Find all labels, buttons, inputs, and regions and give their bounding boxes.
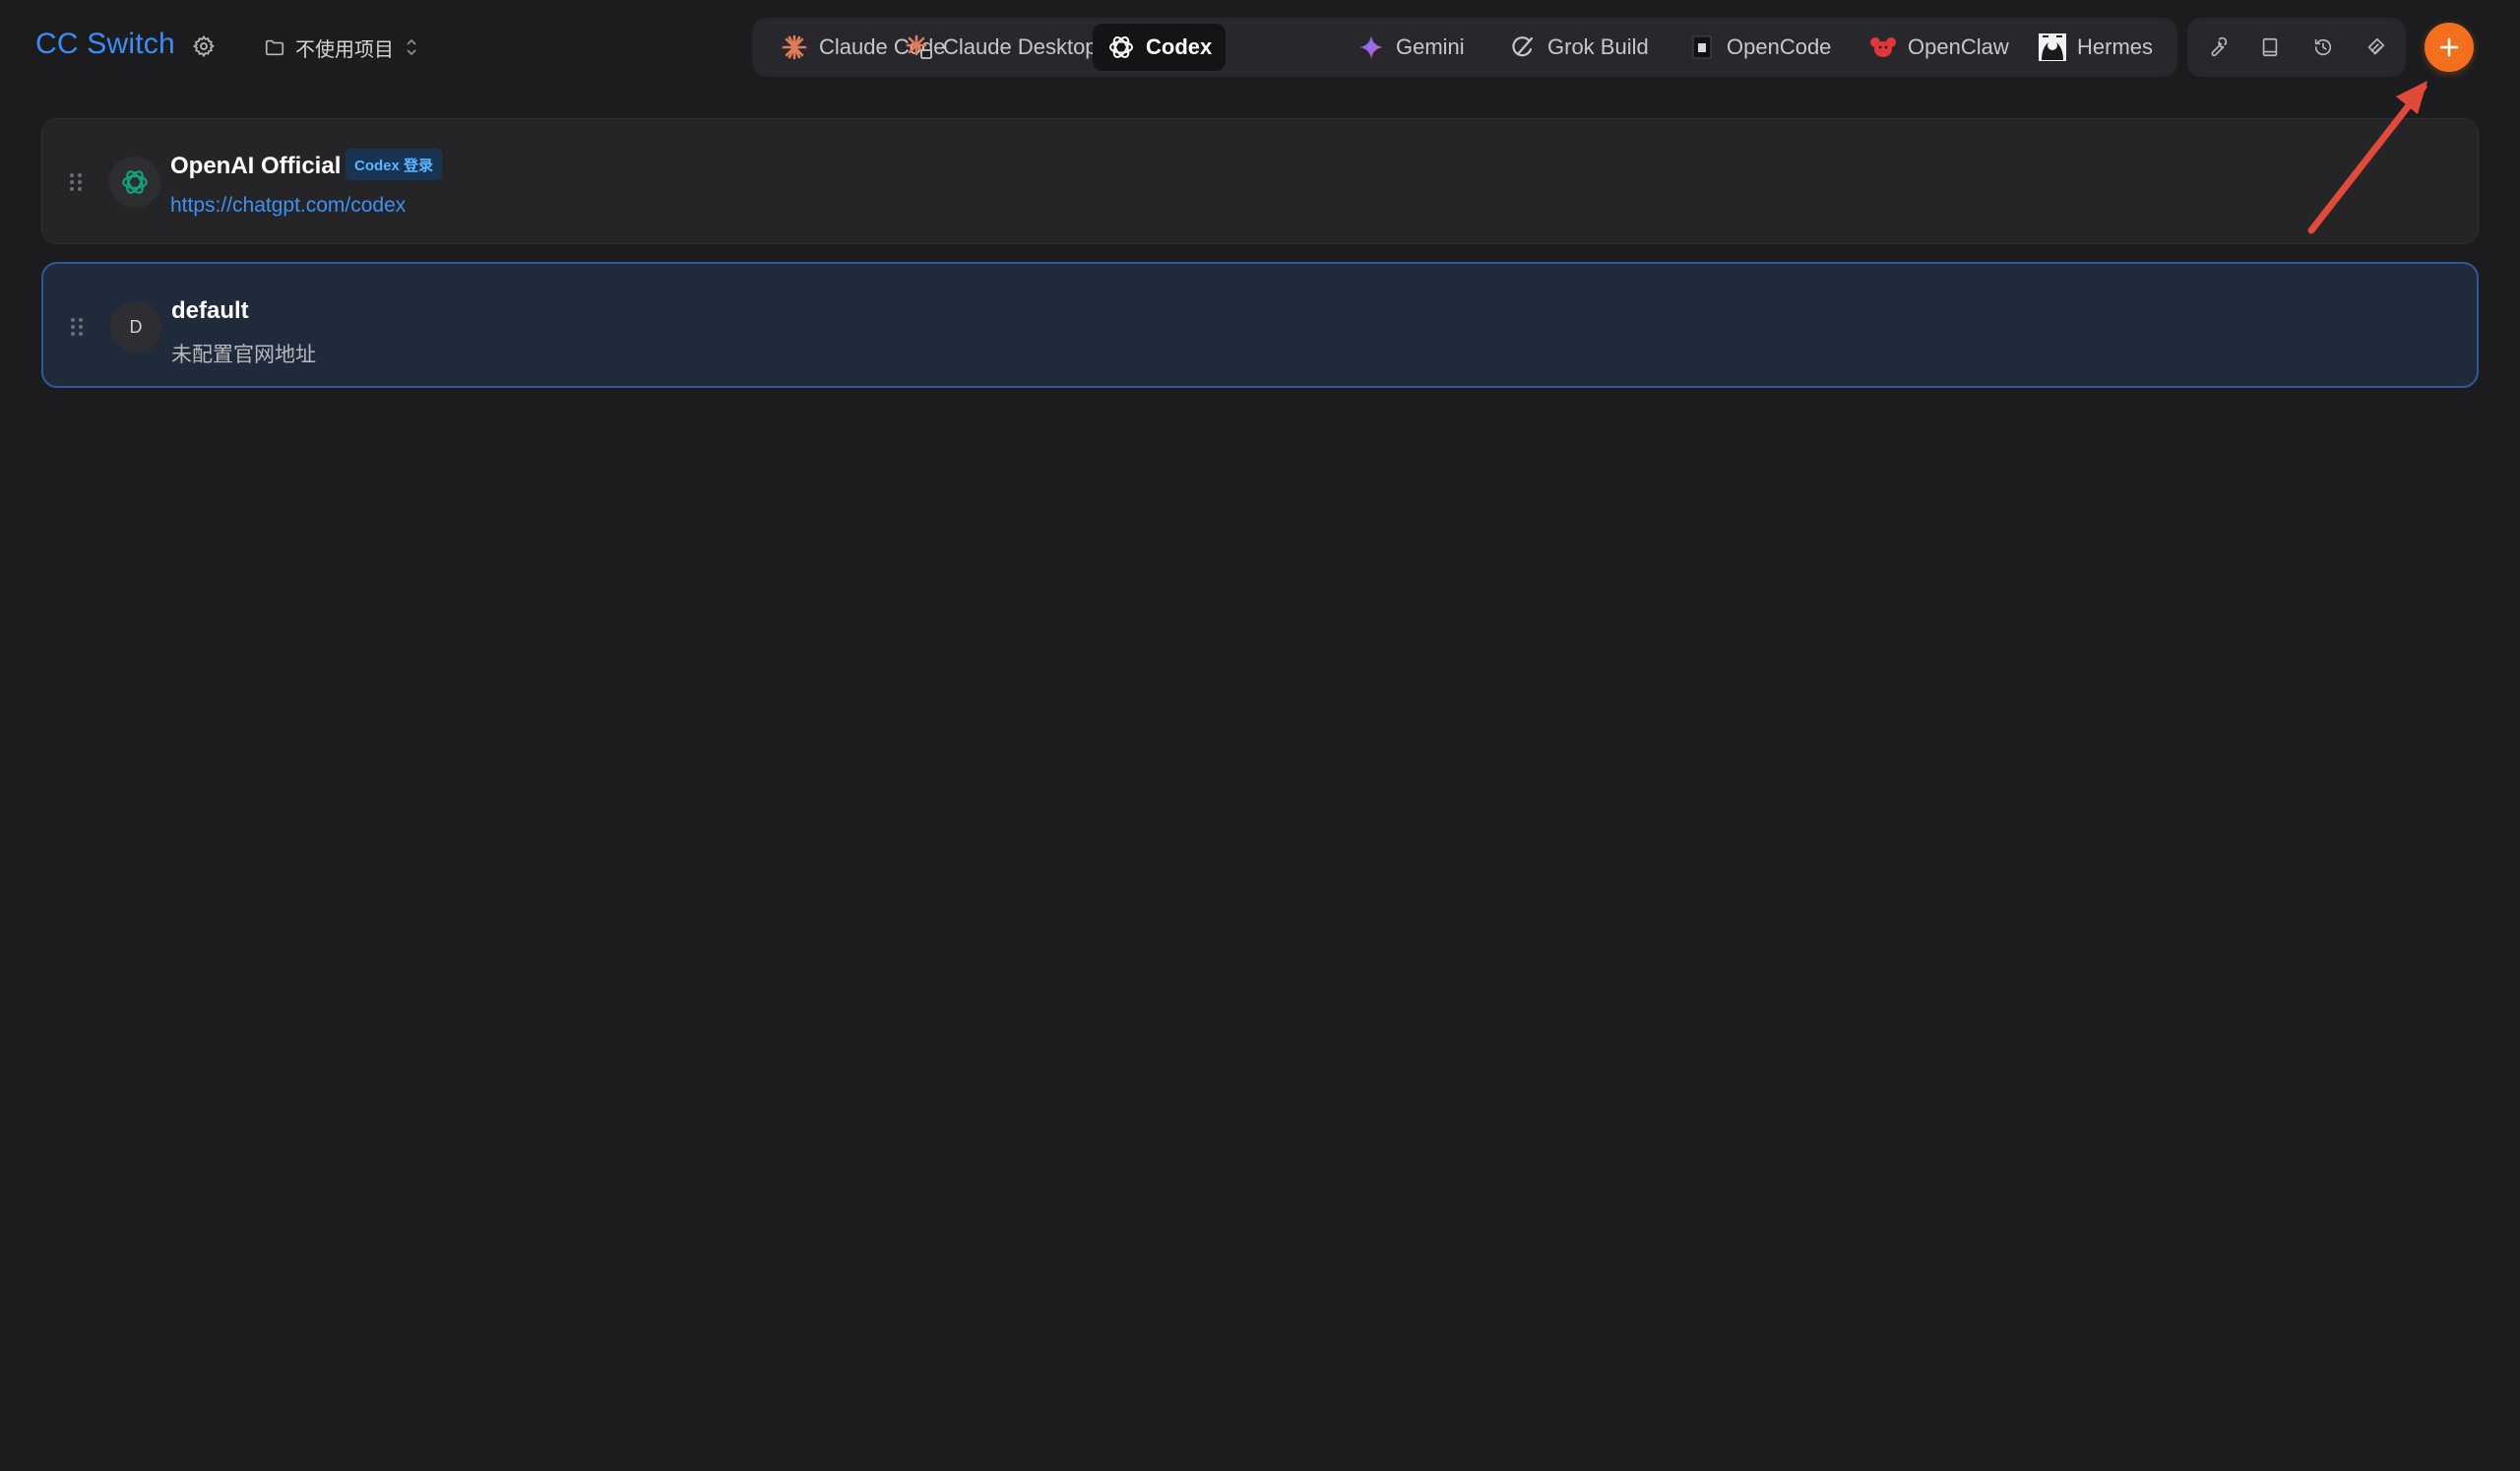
- annotation-arrow: [2307, 81, 2427, 234]
- tab-grok-build[interactable]: Grok Build: [1494, 24, 1663, 71]
- hermes-icon: [2038, 32, 2067, 62]
- layers-icon: [2367, 37, 2385, 55]
- openai-icon: [122, 170, 148, 194]
- claude-code-icon: [780, 32, 809, 62]
- grok-icon: [1508, 32, 1538, 62]
- history-button[interactable]: [2307, 32, 2339, 63]
- claude-desktop-icon: [904, 32, 933, 62]
- opencode-icon: [1687, 32, 1717, 62]
- add-provider-button[interactable]: [2425, 23, 2474, 72]
- project-selector[interactable]: 不使用项目: [264, 30, 419, 65]
- provider-avatar: D: [110, 301, 161, 352]
- settings-button[interactable]: [189, 32, 219, 61]
- app-tabs: Claude Code Claude Desktop Codex Gemini …: [752, 18, 2177, 77]
- provider-name: OpenAI Official: [170, 153, 342, 179]
- chevron-up-down-icon: [407, 38, 416, 56]
- top-bar: CC Switch 不使用项目 Claude Code Claude Deskt…: [0, 0, 2520, 96]
- provider-card-openai[interactable]: OpenAI Official Codex 登录 https://chatgpt…: [41, 118, 2479, 244]
- provider-subtitle: 未配置官网地址: [171, 344, 316, 366]
- provider-name: default: [171, 297, 249, 324]
- folder-icon: [265, 39, 284, 56]
- tab-label: Hermes: [2077, 34, 2154, 59]
- openclaw-icon: [1868, 32, 1898, 62]
- provider-card-default[interactable]: D default 未配置官网地址: [41, 262, 2479, 388]
- book-icon: [2262, 37, 2278, 57]
- tab-label: Codex: [1146, 34, 1213, 59]
- provider-avatar: [109, 157, 160, 208]
- project-selector-value: 不使用项目: [295, 38, 394, 61]
- gear-icon: [192, 34, 215, 58]
- tab-openclaw[interactable]: OpenClaw: [1855, 24, 2023, 71]
- tab-opencode[interactable]: OpenCode: [1673, 24, 1845, 71]
- drag-handle-icon[interactable]: [68, 170, 84, 194]
- wrench-button[interactable]: [2201, 32, 2233, 63]
- drag-handle-icon[interactable]: [69, 315, 85, 339]
- layers-button[interactable]: [2361, 32, 2392, 63]
- book-button[interactable]: [2254, 32, 2286, 63]
- tab-label: Grok Build: [1547, 34, 1649, 59]
- provider-url-link[interactable]: https://chatgpt.com/codex: [170, 194, 406, 218]
- tab-label: Claude Desktop: [943, 34, 1098, 59]
- tab-gemini[interactable]: Gemini: [1343, 24, 1479, 71]
- plus-icon: [2439, 37, 2459, 57]
- tab-codex[interactable]: Codex: [1093, 24, 1227, 71]
- app-title: CC Switch: [35, 28, 175, 60]
- gemini-icon: [1356, 32, 1386, 62]
- tab-hermes[interactable]: Hermes: [2024, 24, 2167, 71]
- openai-icon: [1106, 32, 1136, 62]
- provider-badge: Codex 登录: [346, 149, 443, 180]
- tab-label: OpenCode: [1727, 34, 1832, 59]
- wrench-icon: [2211, 36, 2228, 57]
- history-icon: [2314, 38, 2332, 56]
- tab-label: Gemini: [1396, 34, 1465, 59]
- tab-label: OpenClaw: [1908, 34, 2009, 59]
- tab-claude-desktop[interactable]: Claude Desktop: [890, 24, 1111, 71]
